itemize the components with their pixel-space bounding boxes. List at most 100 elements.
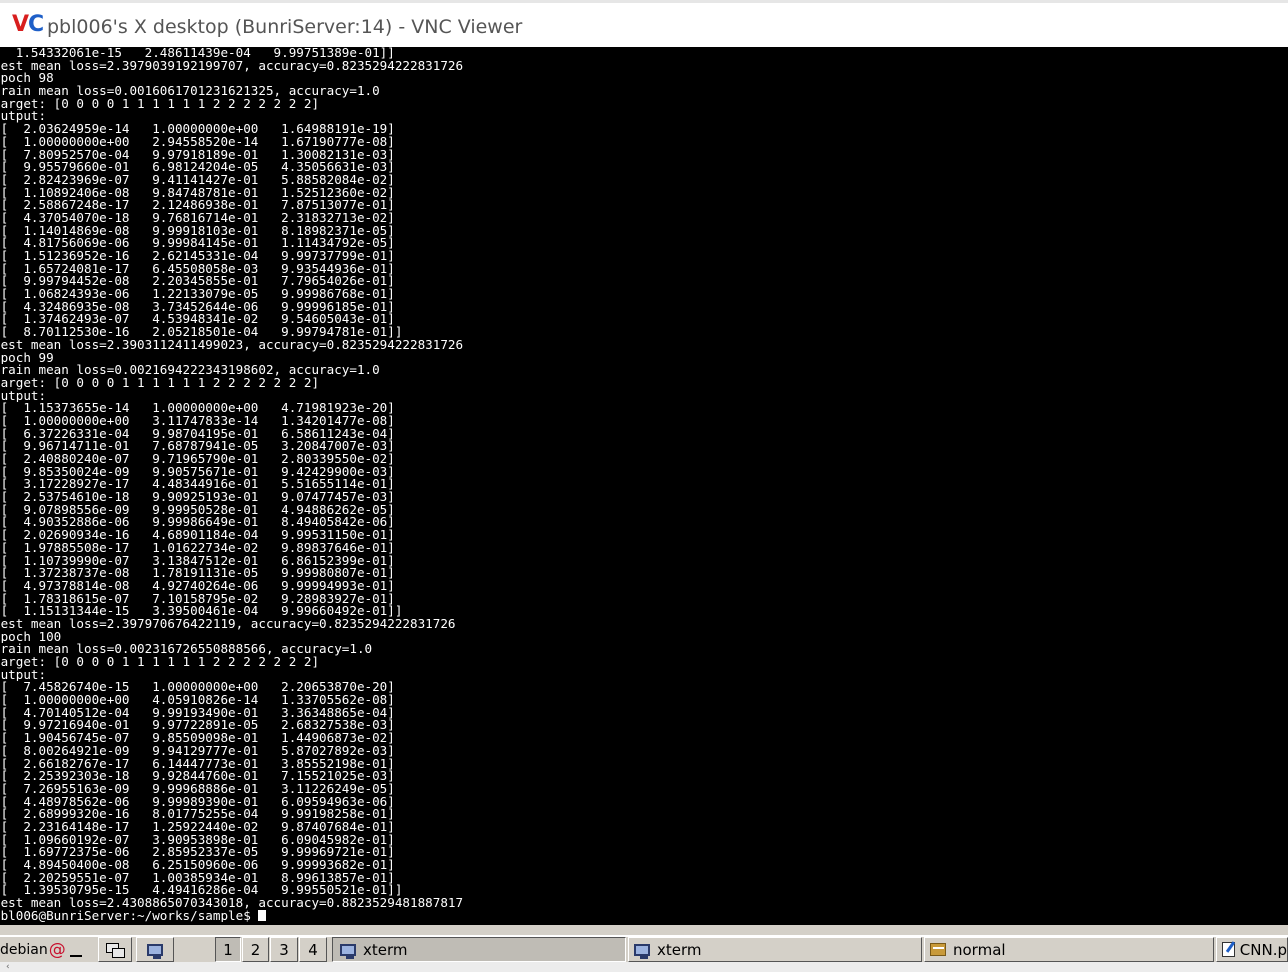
text-cursor — [258, 909, 267, 921]
debian-swirl-icon: @ — [48, 939, 66, 960]
terminal-output-area[interactable]: [ 1.54332061e-15 2.48611439e-04 9.997513… — [0, 47, 1288, 925]
scroll-left-arrow-icon[interactable]: ‹ — [6, 962, 10, 972]
folder-icon — [930, 943, 946, 956]
shell-prompt-line[interactable]: pbl006@BunriServer:~/works/sample$ — [0, 909, 1288, 923]
terminal-line: [ 2.53754610e-18 9.90925193e-01 9.074774… — [0, 491, 395, 504]
terminal-line: [ 9.96714711e-01 7.68787941e-05 3.208470… — [0, 440, 395, 453]
terminal-line: [ 2.40880240e-07 9.71965790e-01 2.803395… — [0, 453, 395, 466]
terminal-line: [ 4.81756069e-06 9.99984145e-01 1.114347… — [0, 237, 395, 250]
terminal-line: train mean loss=0.0021694222343198602, a… — [0, 364, 380, 377]
terminal-line: [ 9.85350024e-09 9.90575671e-01 9.424299… — [0, 465, 395, 479]
terminal-line: [ 1.65724081e-17 6.45508058e-03 9.935449… — [0, 262, 395, 276]
terminal-line: [ 2.25392303e-18 9.92844760e-01 7.155210… — [0, 770, 395, 783]
terminal-line: output: — [0, 389, 47, 403]
terminal-line: [ 1.39530795e-15 4.49416286e-04 9.995505… — [0, 884, 403, 898]
terminal-line: output: — [0, 110, 47, 124]
terminal-line: train mean loss=0.002316726550888566, ac… — [0, 643, 373, 656]
taskbar: debian @ 1 2 3 4 xterm xterm normal CNN.… — [0, 935, 1288, 962]
terminal-line: [ 1.10892406e-08 9.84748781e-01 1.525123… — [0, 186, 395, 200]
terminal-line: [ 4.48978562e-06 9.99989390e-01 6.095949… — [0, 795, 395, 809]
terminal-line: [ 1.51236952e-16 2.62145331e-04 9.997377… — [0, 250, 395, 263]
terminal-line: test mean loss=2.3979039192199707, accur… — [0, 59, 464, 73]
terminal-line: test mean loss=2.3903112411499023, accur… — [0, 338, 464, 352]
task-cnn-editor[interactable]: CNN.p — [1216, 937, 1288, 962]
taskbar-spacer — [182, 937, 208, 962]
terminal-line: [ 7.80952570e-04 9.97918189e-01 1.300821… — [0, 148, 395, 162]
terminal-line: [[ 7.45826740e-15 1.00000000e+00 2.20653… — [0, 681, 395, 695]
terminal-lines: [ 1.54332061e-15 2.48611439e-04 9.997513… — [0, 47, 1288, 922]
terminal-line: [ 2.82423969e-07 9.41141427e-01 5.885820… — [0, 173, 395, 187]
terminal-line: test mean loss=2.397970676422119, accura… — [0, 617, 456, 631]
terminal-line: [ 1.78318615e-07 7.10158795e-02 9.289839… — [0, 592, 395, 606]
task-xterm[interactable]: xterm — [628, 937, 922, 962]
terminal-line: [ 2.66182767e-17 6.14447773e-01 3.855521… — [0, 757, 395, 771]
terminal-line: epoch 100 — [0, 630, 62, 644]
terminal-line: [ 8.00264921e-09 9.94129777e-01 5.870278… — [0, 744, 395, 758]
workspace-2-button[interactable]: 2 — [242, 937, 269, 962]
taskbar-separator — [66, 937, 88, 962]
workspace-label: 2 — [250, 940, 261, 959]
task-xterm-active[interactable]: xterm — [332, 937, 626, 962]
terminal-line: [ 9.07898556e-09 9.99950528e-01 4.948862… — [0, 503, 395, 517]
terminal-line: train mean loss=0.0016061701231621325, a… — [0, 85, 380, 98]
task-normal[interactable]: normal — [924, 937, 1214, 962]
terminal-line: [ 6.37226331e-04 9.98704195e-01 6.586112… — [0, 427, 395, 441]
terminal-line: output: — [0, 668, 47, 682]
terminal-line: target: [0 0 0 0 1 1 1 1 1 1 2 2 2 2 2 2… — [0, 656, 320, 669]
terminal-line: [ 1.09660192e-07 3.90953898e-01 6.090459… — [0, 833, 395, 847]
terminal-line: [ 9.99794452e-08 2.20345855e-01 7.796540… — [0, 275, 395, 289]
start-menu-button[interactable]: debian @ — [0, 937, 66, 962]
start-menu-label: debian — [0, 941, 48, 958]
terminal-line: [ 7.26955163e-09 9.99968886e-01 3.112262… — [0, 782, 395, 796]
terminal-line: [[ 1.15373655e-14 1.00000000e+00 4.71981… — [0, 402, 395, 415]
terminal-line: [ 2.20259551e-07 1.00385934e-01 8.996138… — [0, 871, 395, 885]
terminal-line: [ 1.37238737e-08 1.78191131e-05 9.999808… — [0, 567, 395, 580]
workspace-label: 3 — [279, 940, 289, 959]
monitor-icon — [147, 943, 163, 959]
show-desktop-button[interactable] — [136, 937, 174, 962]
terminal-line: [ 2.02690934e-16 4.68901184e-04 9.995311… — [0, 529, 395, 542]
terminal-line: [ 4.97378814e-08 4.92740264e-06 9.999949… — [0, 579, 395, 593]
task-label: xterm — [363, 940, 408, 959]
terminal-line: [ 2.58867248e-17 2.12486938e-01 7.875130… — [0, 199, 395, 212]
terminal-line: [ 1.97885508e-17 1.01622734e-02 9.898376… — [0, 541, 395, 555]
terminal-line: [ 1.00000000e+00 3.11747833e-14 1.342014… — [0, 414, 395, 428]
vnc-title-bar[interactable]: VC pbl006's X desktop (BunriServer:14) -… — [0, 0, 1288, 51]
terminal-line: epoch 98 — [0, 72, 54, 86]
terminal-line: [[ 2.03624959e-14 1.00000000e+00 1.64988… — [0, 123, 395, 136]
document-edit-icon — [1222, 942, 1235, 957]
terminal-line: target: [0 0 0 0 1 1 1 1 1 1 2 2 2 2 2 2… — [0, 376, 320, 390]
terminal-line: [ 4.32486935e-08 3.73452644e-06 9.999961… — [0, 300, 395, 314]
workspace-1-button[interactable]: 1 — [215, 937, 241, 962]
show-windows-button[interactable] — [98, 937, 132, 962]
terminal-line: target: [0 0 0 0 1 1 1 1 1 1 2 2 2 2 2 2… — [0, 97, 320, 111]
workspace-4-button[interactable]: 4 — [299, 937, 327, 962]
terminal-line: [ 4.89450400e-08 6.25150960e-06 9.999936… — [0, 859, 395, 872]
shell-prompt: pbl006@BunriServer:~/works/sample$ — [0, 909, 259, 923]
vnc-logo-icon: VC — [12, 12, 44, 37]
terminal-line: [ 1.69772375e-06 2.85952337e-05 9.999697… — [0, 846, 395, 859]
terminal-line: [ 1.15131344e-15 3.39500461e-04 9.996604… — [0, 605, 403, 618]
monitor-icon — [634, 943, 650, 959]
task-label: CNN.p — [1239, 940, 1287, 959]
terminal-line: [ 2.23164148e-17 1.25922440e-02 9.874076… — [0, 820, 395, 834]
screen-bottom-edge — [0, 925, 1288, 935]
window-title: pbl006's X desktop (BunriServer:14) - VN… — [47, 16, 523, 38]
workspace-3-button[interactable]: 3 — [270, 937, 298, 962]
windows-overlap-icon — [106, 942, 125, 958]
terminal-line: [ 4.70140512e-04 9.99193490e-01 3.363488… — [0, 706, 395, 720]
terminal-line: [ 1.00000000e+00 2.94558520e-14 1.671907… — [0, 135, 395, 149]
terminal-line: [ 1.37462493e-07 4.53948341e-02 9.546050… — [0, 313, 395, 327]
terminal-line: [ 8.70112530e-16 2.05218501e-04 9.997947… — [0, 326, 403, 339]
workspace-label: 1 — [223, 940, 233, 959]
monitor-icon — [340, 943, 356, 959]
terminal-line: [ 1.00000000e+00 4.05910826e-14 1.337055… — [0, 694, 395, 707]
terminal-line: [ 9.97216940e-01 9.97722891e-05 2.683275… — [0, 719, 395, 733]
terminal-line: epoch 99 — [0, 351, 54, 365]
terminal-line: [ 4.90352886e-06 9.99986649e-01 8.494058… — [0, 516, 395, 530]
task-label: xterm — [657, 940, 702, 959]
terminal-line: [ 3.17228927e-17 4.48344916e-01 5.516551… — [0, 478, 395, 492]
terminal-line: [ 9.95579660e-01 6.98124204e-05 4.350566… — [0, 161, 395, 174]
vnc-viewer-bottom-edge: ‹ — [0, 962, 1288, 972]
terminal-line: [ 1.90456745e-07 9.85509098e-01 1.449068… — [0, 732, 395, 745]
